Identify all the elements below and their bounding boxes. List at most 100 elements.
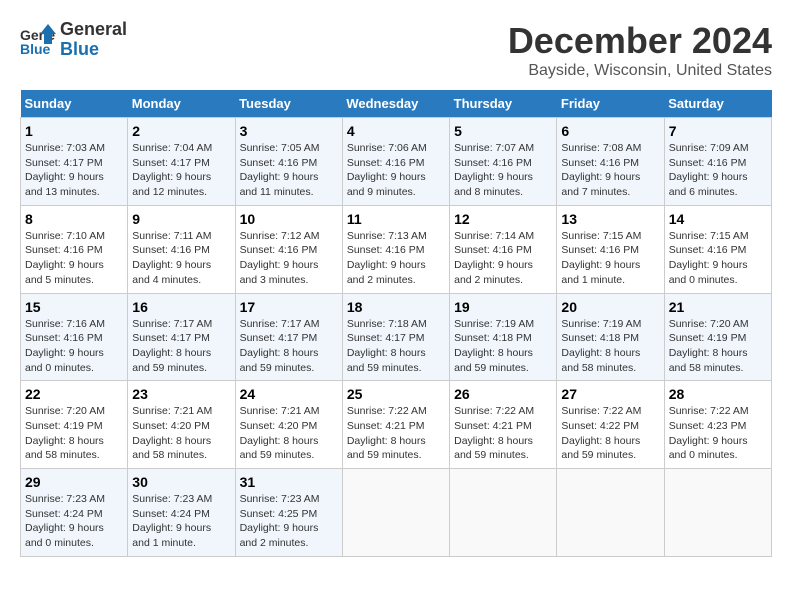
calendar-cell: 1 Sunrise: 7:03 AM Sunset: 4:17 PM Dayli… bbox=[21, 118, 128, 206]
calendar-cell bbox=[450, 469, 557, 557]
col-tuesday: Tuesday bbox=[235, 90, 342, 118]
day-number: 5 bbox=[454, 123, 552, 139]
day-info: Sunrise: 7:12 AM Sunset: 4:16 PM Dayligh… bbox=[240, 229, 338, 288]
calendar-cell bbox=[664, 469, 771, 557]
day-info: Sunrise: 7:13 AM Sunset: 4:16 PM Dayligh… bbox=[347, 229, 445, 288]
calendar-week-5: 29 Sunrise: 7:23 AM Sunset: 4:24 PM Dayl… bbox=[21, 469, 772, 557]
col-saturday: Saturday bbox=[664, 90, 771, 118]
calendar-cell: 22 Sunrise: 7:20 AM Sunset: 4:19 PM Dayl… bbox=[21, 381, 128, 469]
col-thursday: Thursday bbox=[450, 90, 557, 118]
header-row: Sunday Monday Tuesday Wednesday Thursday… bbox=[21, 90, 772, 118]
day-number: 30 bbox=[132, 474, 230, 490]
calendar-cell: 16 Sunrise: 7:17 AM Sunset: 4:17 PM Dayl… bbox=[128, 293, 235, 381]
calendar-cell: 25 Sunrise: 7:22 AM Sunset: 4:21 PM Dayl… bbox=[342, 381, 449, 469]
calendar-week-4: 22 Sunrise: 7:20 AM Sunset: 4:19 PM Dayl… bbox=[21, 381, 772, 469]
day-number: 29 bbox=[25, 474, 123, 490]
day-info: Sunrise: 7:07 AM Sunset: 4:16 PM Dayligh… bbox=[454, 141, 552, 200]
month-title: December 2024 bbox=[508, 20, 772, 62]
calendar-cell: 28 Sunrise: 7:22 AM Sunset: 4:23 PM Dayl… bbox=[664, 381, 771, 469]
calendar-cell bbox=[557, 469, 664, 557]
day-number: 17 bbox=[240, 299, 338, 315]
day-info: Sunrise: 7:23 AM Sunset: 4:25 PM Dayligh… bbox=[240, 492, 338, 551]
calendar-cell: 5 Sunrise: 7:07 AM Sunset: 4:16 PM Dayli… bbox=[450, 118, 557, 206]
day-info: Sunrise: 7:08 AM Sunset: 4:16 PM Dayligh… bbox=[561, 141, 659, 200]
day-number: 22 bbox=[25, 386, 123, 402]
calendar-cell: 14 Sunrise: 7:15 AM Sunset: 4:16 PM Dayl… bbox=[664, 205, 771, 293]
day-number: 25 bbox=[347, 386, 445, 402]
day-number: 20 bbox=[561, 299, 659, 315]
day-info: Sunrise: 7:19 AM Sunset: 4:18 PM Dayligh… bbox=[561, 317, 659, 376]
day-info: Sunrise: 7:05 AM Sunset: 4:16 PM Dayligh… bbox=[240, 141, 338, 200]
day-number: 1 bbox=[25, 123, 123, 139]
calendar-week-3: 15 Sunrise: 7:16 AM Sunset: 4:16 PM Dayl… bbox=[21, 293, 772, 381]
day-number: 26 bbox=[454, 386, 552, 402]
day-info: Sunrise: 7:15 AM Sunset: 4:16 PM Dayligh… bbox=[561, 229, 659, 288]
calendar-cell: 17 Sunrise: 7:17 AM Sunset: 4:17 PM Dayl… bbox=[235, 293, 342, 381]
day-number: 28 bbox=[669, 386, 767, 402]
calendar-cell: 10 Sunrise: 7:12 AM Sunset: 4:16 PM Dayl… bbox=[235, 205, 342, 293]
day-info: Sunrise: 7:20 AM Sunset: 4:19 PM Dayligh… bbox=[25, 404, 123, 463]
calendar-cell: 7 Sunrise: 7:09 AM Sunset: 4:16 PM Dayli… bbox=[664, 118, 771, 206]
day-number: 15 bbox=[25, 299, 123, 315]
day-info: Sunrise: 7:22 AM Sunset: 4:23 PM Dayligh… bbox=[669, 404, 767, 463]
day-number: 11 bbox=[347, 211, 445, 227]
day-number: 18 bbox=[347, 299, 445, 315]
logo-icon: General Blue bbox=[20, 22, 56, 58]
calendar-cell: 29 Sunrise: 7:23 AM Sunset: 4:24 PM Dayl… bbox=[21, 469, 128, 557]
day-info: Sunrise: 7:22 AM Sunset: 4:21 PM Dayligh… bbox=[454, 404, 552, 463]
title-area: December 2024 Bayside, Wisconsin, United… bbox=[508, 20, 772, 80]
day-number: 2 bbox=[132, 123, 230, 139]
day-number: 23 bbox=[132, 386, 230, 402]
calendar-cell: 6 Sunrise: 7:08 AM Sunset: 4:16 PM Dayli… bbox=[557, 118, 664, 206]
calendar-cell: 23 Sunrise: 7:21 AM Sunset: 4:20 PM Dayl… bbox=[128, 381, 235, 469]
day-info: Sunrise: 7:21 AM Sunset: 4:20 PM Dayligh… bbox=[132, 404, 230, 463]
day-info: Sunrise: 7:23 AM Sunset: 4:24 PM Dayligh… bbox=[25, 492, 123, 551]
day-number: 16 bbox=[132, 299, 230, 315]
day-info: Sunrise: 7:06 AM Sunset: 4:16 PM Dayligh… bbox=[347, 141, 445, 200]
day-info: Sunrise: 7:20 AM Sunset: 4:19 PM Dayligh… bbox=[669, 317, 767, 376]
calendar-table: Sunday Monday Tuesday Wednesday Thursday… bbox=[20, 90, 772, 557]
day-number: 19 bbox=[454, 299, 552, 315]
calendar-cell: 18 Sunrise: 7:18 AM Sunset: 4:17 PM Dayl… bbox=[342, 293, 449, 381]
calendar-cell: 20 Sunrise: 7:19 AM Sunset: 4:18 PM Dayl… bbox=[557, 293, 664, 381]
col-monday: Monday bbox=[128, 90, 235, 118]
day-info: Sunrise: 7:21 AM Sunset: 4:20 PM Dayligh… bbox=[240, 404, 338, 463]
calendar-cell bbox=[342, 469, 449, 557]
col-sunday: Sunday bbox=[21, 90, 128, 118]
day-number: 10 bbox=[240, 211, 338, 227]
day-info: Sunrise: 7:03 AM Sunset: 4:17 PM Dayligh… bbox=[25, 141, 123, 200]
col-wednesday: Wednesday bbox=[342, 90, 449, 118]
day-number: 7 bbox=[669, 123, 767, 139]
day-info: Sunrise: 7:19 AM Sunset: 4:18 PM Dayligh… bbox=[454, 317, 552, 376]
calendar-cell: 11 Sunrise: 7:13 AM Sunset: 4:16 PM Dayl… bbox=[342, 205, 449, 293]
calendar-week-1: 1 Sunrise: 7:03 AM Sunset: 4:17 PM Dayli… bbox=[21, 118, 772, 206]
calendar-cell: 26 Sunrise: 7:22 AM Sunset: 4:21 PM Dayl… bbox=[450, 381, 557, 469]
header: General Blue General Blue December 2024 … bbox=[20, 20, 772, 80]
day-number: 13 bbox=[561, 211, 659, 227]
calendar-cell: 9 Sunrise: 7:11 AM Sunset: 4:16 PM Dayli… bbox=[128, 205, 235, 293]
calendar-cell: 24 Sunrise: 7:21 AM Sunset: 4:20 PM Dayl… bbox=[235, 381, 342, 469]
day-number: 14 bbox=[669, 211, 767, 227]
day-number: 21 bbox=[669, 299, 767, 315]
day-number: 24 bbox=[240, 386, 338, 402]
day-number: 12 bbox=[454, 211, 552, 227]
day-info: Sunrise: 7:17 AM Sunset: 4:17 PM Dayligh… bbox=[240, 317, 338, 376]
day-number: 6 bbox=[561, 123, 659, 139]
day-info: Sunrise: 7:10 AM Sunset: 4:16 PM Dayligh… bbox=[25, 229, 123, 288]
calendar-cell: 4 Sunrise: 7:06 AM Sunset: 4:16 PM Dayli… bbox=[342, 118, 449, 206]
calendar-cell: 21 Sunrise: 7:20 AM Sunset: 4:19 PM Dayl… bbox=[664, 293, 771, 381]
day-number: 9 bbox=[132, 211, 230, 227]
day-number: 4 bbox=[347, 123, 445, 139]
day-info: Sunrise: 7:04 AM Sunset: 4:17 PM Dayligh… bbox=[132, 141, 230, 200]
day-number: 3 bbox=[240, 123, 338, 139]
calendar-cell: 13 Sunrise: 7:15 AM Sunset: 4:16 PM Dayl… bbox=[557, 205, 664, 293]
day-info: Sunrise: 7:15 AM Sunset: 4:16 PM Dayligh… bbox=[669, 229, 767, 288]
logo: General Blue General Blue bbox=[20, 20, 127, 60]
day-number: 8 bbox=[25, 211, 123, 227]
day-info: Sunrise: 7:17 AM Sunset: 4:17 PM Dayligh… bbox=[132, 317, 230, 376]
day-info: Sunrise: 7:22 AM Sunset: 4:21 PM Dayligh… bbox=[347, 404, 445, 463]
calendar-cell: 27 Sunrise: 7:22 AM Sunset: 4:22 PM Dayl… bbox=[557, 381, 664, 469]
calendar-cell: 15 Sunrise: 7:16 AM Sunset: 4:16 PM Dayl… bbox=[21, 293, 128, 381]
calendar-cell: 8 Sunrise: 7:10 AM Sunset: 4:16 PM Dayli… bbox=[21, 205, 128, 293]
calendar-week-2: 8 Sunrise: 7:10 AM Sunset: 4:16 PM Dayli… bbox=[21, 205, 772, 293]
